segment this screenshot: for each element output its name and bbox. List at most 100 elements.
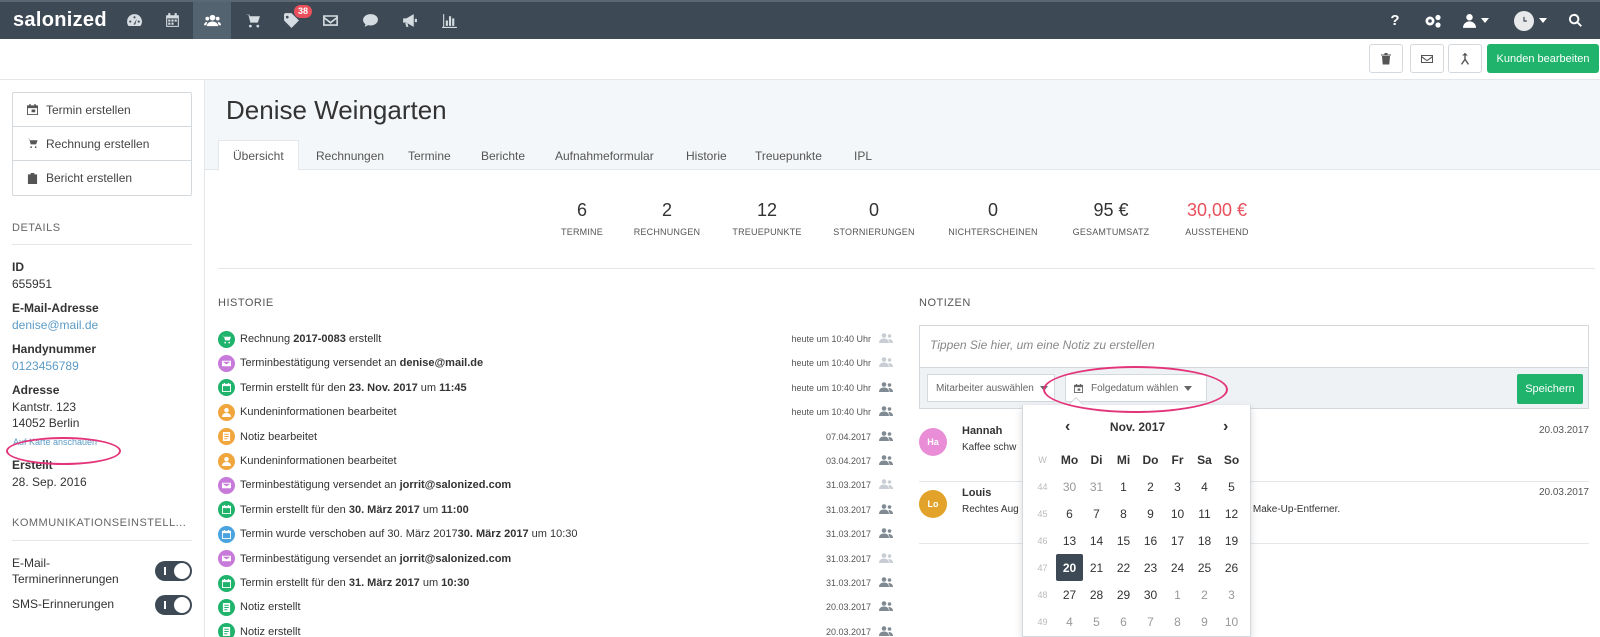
employee-select[interactable]: Mitarbeiter auswählen xyxy=(927,374,1055,402)
avatar xyxy=(1513,10,1534,31)
save-note-button[interactable]: Speichern xyxy=(1517,374,1583,404)
day-cell[interactable]: 16 xyxy=(1137,527,1164,554)
history-text-part: Notiz erstellt xyxy=(240,601,301,614)
email-button[interactable] xyxy=(1410,44,1444,73)
create-invoice-button[interactable]: Rechnung erstellen xyxy=(13,127,191,161)
day-cell[interactable]: 18 xyxy=(1191,527,1218,554)
day-cell[interactable]: 29 xyxy=(1110,581,1137,608)
day-cell[interactable]: 19 xyxy=(1218,527,1245,554)
tab-ipl[interactable]: IPL xyxy=(840,140,886,171)
day-cell[interactable]: 4 xyxy=(1056,608,1083,635)
day-cell[interactable]: 2 xyxy=(1137,473,1164,500)
day-cell[interactable]: 24 xyxy=(1164,554,1191,581)
history-row: Terminbestätigung versendet an jorrit@sa… xyxy=(218,548,893,570)
day-cell[interactable]: 23 xyxy=(1137,554,1164,581)
day-cell[interactable]: 10 xyxy=(1164,500,1191,527)
day-cell[interactable]: 6 xyxy=(1056,500,1083,527)
divider xyxy=(12,540,192,541)
history-text: Notiz erstellt xyxy=(240,626,771,637)
account-menu[interactable] xyxy=(1508,2,1552,39)
day-cell[interactable]: 4 xyxy=(1191,473,1218,500)
reports-icon[interactable] xyxy=(430,2,468,39)
day-cell[interactable]: 1 xyxy=(1164,581,1191,608)
history-row: Notiz erstellt 20.03.2017 xyxy=(218,621,893,637)
brand-logo[interactable]: salonized xyxy=(13,9,107,32)
day-cell[interactable]: 5 xyxy=(1218,473,1245,500)
user-menu[interactable] xyxy=(1458,2,1494,39)
search-icon[interactable] xyxy=(1562,2,1588,39)
megaphone-icon[interactable] xyxy=(390,2,428,39)
edit-customer-button[interactable]: Kunden bearbeiten xyxy=(1487,44,1599,73)
day-cell[interactable]: 3 xyxy=(1218,581,1245,608)
day-cell[interactable]: 7 xyxy=(1083,500,1110,527)
next-month-button[interactable]: › xyxy=(1223,418,1228,436)
day-cell[interactable]: 5 xyxy=(1083,608,1110,635)
weekday-label: So xyxy=(1223,452,1240,467)
settings-gears-icon[interactable] xyxy=(1418,2,1448,39)
day-cell[interactable]: 26 xyxy=(1218,554,1245,581)
day-cell[interactable]: 17 xyxy=(1164,527,1191,554)
day-cell[interactable]: 30 xyxy=(1056,473,1083,500)
day-cell[interactable]: 2 xyxy=(1191,581,1218,608)
day-cell[interactable]: 22 xyxy=(1110,554,1137,581)
day-cell[interactable]: 9 xyxy=(1191,608,1218,635)
day-cell[interactable]: 31 xyxy=(1083,473,1110,500)
chat-icon[interactable] xyxy=(351,2,389,39)
history-row: Rechnung 2017-0083 erstellt heute um 10:4… xyxy=(218,328,893,350)
help-icon[interactable]: ? xyxy=(1382,2,1408,39)
tab-overview[interactable]: Übersicht xyxy=(218,140,299,171)
email-reminders-toggle[interactable] xyxy=(155,561,192,581)
customers-icon[interactable] xyxy=(193,2,231,39)
history-text-bold: 11:45 xyxy=(439,381,467,394)
stat-label: STORNIERUNGEN xyxy=(833,227,915,237)
note-input[interactable]: Tippen Sie hier, um eine Notiz zu erstel… xyxy=(919,325,1589,367)
day-cell[interactable]: 20 xyxy=(1056,554,1083,581)
calendar-icon[interactable] xyxy=(153,2,191,39)
delete-button[interactable] xyxy=(1369,44,1403,73)
history-text-part: Notiz erstellt xyxy=(240,625,301,637)
tab-appointments[interactable]: Termine xyxy=(394,140,465,171)
phone-link[interactable]: 0123456789 xyxy=(12,359,79,373)
tab-intake-form[interactable]: Aufnahmeformular xyxy=(541,140,668,171)
day-cell[interactable]: 12 xyxy=(1218,500,1245,527)
day-cell[interactable]: 8 xyxy=(1110,500,1137,527)
notification-badge: 38 xyxy=(294,5,313,18)
day-cell[interactable]: 27 xyxy=(1056,581,1083,608)
day-cell[interactable]: 1 xyxy=(1110,473,1137,500)
day-cell[interactable]: 28 xyxy=(1083,581,1110,608)
create-report-button[interactable]: Bericht erstellen xyxy=(13,161,191,195)
history-text-part: Terminbestätigung versendet an xyxy=(240,552,400,565)
day-cell[interactable]: 14 xyxy=(1083,527,1110,554)
sms-reminders-toggle[interactable] xyxy=(155,595,192,615)
day-cell[interactable]: 9 xyxy=(1137,500,1164,527)
tag-icon[interactable]: 38 xyxy=(272,2,313,39)
history-time: 31.03.2017 xyxy=(825,529,871,540)
stat-label: NICHTERSCHEINEN xyxy=(948,227,1038,237)
day-cell[interactable]: 8 xyxy=(1164,608,1191,635)
day-cell[interactable]: 11 xyxy=(1191,500,1218,527)
dashboard-icon[interactable] xyxy=(115,2,153,39)
divider xyxy=(12,244,192,245)
day-cell[interactable]: 10 xyxy=(1218,608,1245,635)
tab-history[interactable]: Historie xyxy=(672,140,741,171)
history-row: Termin erstellt für den 30. März 2017 um… xyxy=(218,499,893,521)
day-cell[interactable]: 6 xyxy=(1110,608,1137,635)
create-appointment-button[interactable]: Termin erstellen xyxy=(13,93,191,127)
tab-reports[interactable]: Berichte xyxy=(467,140,539,171)
tab-loyalty-points[interactable]: Treuepunkte xyxy=(741,140,836,171)
mail-icon[interactable] xyxy=(311,2,349,39)
day-cell[interactable]: 15 xyxy=(1110,527,1137,554)
day-cell[interactable]: 25 xyxy=(1191,554,1218,581)
cart-icon[interactable] xyxy=(233,2,271,39)
day-cell[interactable]: 3 xyxy=(1164,473,1191,500)
merge-button[interactable] xyxy=(1448,44,1482,73)
day-cell[interactable]: 7 xyxy=(1137,608,1164,635)
email-link[interactable]: denise@mail.de xyxy=(12,318,98,332)
history-text-part: um xyxy=(419,503,442,516)
history-text-part: erstellt xyxy=(345,333,382,345)
history-text-bold: 30. März 2017 xyxy=(457,528,529,541)
tab-invoices[interactable]: Rechnungen xyxy=(302,140,398,171)
day-cell[interactable]: 13 xyxy=(1056,527,1083,554)
day-cell[interactable]: 21 xyxy=(1083,554,1110,581)
day-cell[interactable]: 30 xyxy=(1137,581,1164,608)
